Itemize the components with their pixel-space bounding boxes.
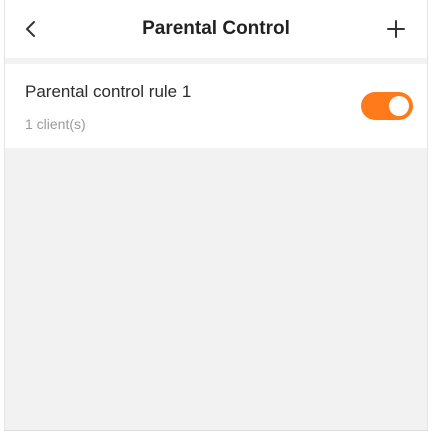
toggle-knob	[389, 96, 409, 116]
rule-enable-toggle[interactable]	[361, 92, 413, 120]
app-screen: Parental Control Parental control rule 1…	[4, 0, 428, 431]
page-title: Parental Control	[142, 18, 290, 39]
plus-icon	[387, 20, 405, 38]
rule-client-count: 1 client(s)	[25, 116, 86, 132]
empty-content-area	[5, 148, 427, 430]
list-item[interactable]: Parental control rule 1 1 client(s)	[5, 64, 427, 148]
top-bar: Parental Control	[5, 0, 427, 58]
back-button[interactable]	[17, 14, 45, 44]
add-rule-button[interactable]	[381, 14, 411, 44]
chevron-left-icon	[26, 21, 35, 37]
rule-name: Parental control rule 1	[25, 82, 192, 101]
